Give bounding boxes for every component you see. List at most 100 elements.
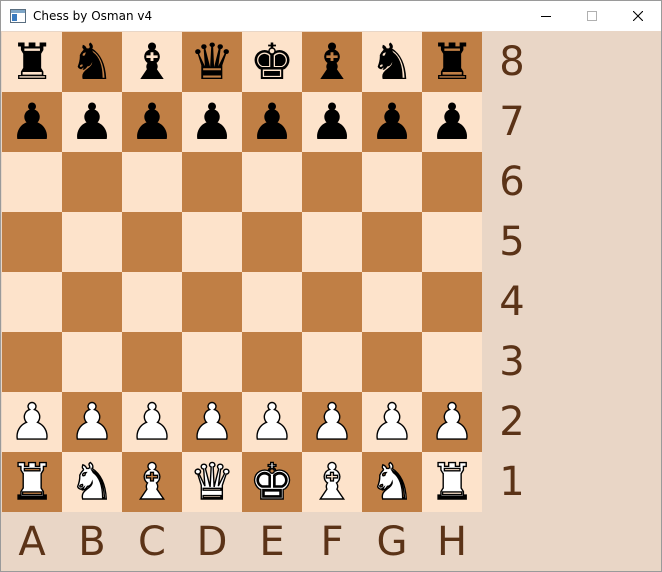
square-d8[interactable]: ♛	[182, 32, 242, 92]
square-h2[interactable]: ♟	[422, 392, 482, 452]
chess-piece[interactable]: ♝	[302, 32, 362, 92]
title-bar[interactable]: Chess by Osman v4	[1, 1, 661, 31]
chess-piece[interactable]: ♟	[2, 392, 62, 452]
square-h6[interactable]	[422, 152, 482, 212]
square-h3[interactable]	[422, 332, 482, 392]
square-h4[interactable]	[422, 272, 482, 332]
square-c6[interactable]	[122, 152, 182, 212]
square-d6[interactable]	[182, 152, 242, 212]
square-c8[interactable]: ♝	[122, 32, 182, 92]
chess-piece[interactable]: ♟	[362, 92, 422, 152]
square-c5[interactable]	[122, 212, 182, 272]
square-a2[interactable]: ♟	[2, 392, 62, 452]
chess-piece[interactable]: ♝	[122, 32, 182, 92]
square-f7[interactable]: ♟	[302, 92, 362, 152]
square-c7[interactable]: ♟	[122, 92, 182, 152]
chess-piece[interactable]: ♝	[302, 452, 362, 512]
square-f6[interactable]	[302, 152, 362, 212]
minimize-button[interactable]	[523, 1, 569, 31]
close-button[interactable]	[615, 1, 661, 31]
square-f5[interactable]	[302, 212, 362, 272]
chess-piece[interactable]: ♜	[422, 32, 482, 92]
square-b5[interactable]	[62, 212, 122, 272]
chess-piece[interactable]: ♟	[362, 392, 422, 452]
square-b4[interactable]	[62, 272, 122, 332]
square-c2[interactable]: ♟	[122, 392, 182, 452]
chess-piece[interactable]: ♟	[122, 392, 182, 452]
square-f8[interactable]: ♝	[302, 32, 362, 92]
square-d5[interactable]	[182, 212, 242, 272]
chess-piece[interactable]: ♟	[242, 92, 302, 152]
chess-piece[interactable]: ♛	[182, 32, 242, 92]
square-c3[interactable]	[122, 332, 182, 392]
square-g5[interactable]	[362, 212, 422, 272]
chess-piece[interactable]: ♛	[182, 452, 242, 512]
square-g2[interactable]: ♟	[362, 392, 422, 452]
square-f2[interactable]: ♟	[302, 392, 362, 452]
square-g8[interactable]: ♞	[362, 32, 422, 92]
square-b3[interactable]	[62, 332, 122, 392]
maximize-button[interactable]	[569, 1, 615, 31]
chess-piece[interactable]: ♞	[362, 32, 422, 92]
chess-piece[interactable]: ♜	[2, 452, 62, 512]
chess-piece[interactable]: ♜	[2, 32, 62, 92]
square-a7[interactable]: ♟	[2, 92, 62, 152]
square-f4[interactable]	[302, 272, 362, 332]
square-b6[interactable]	[62, 152, 122, 212]
square-e1[interactable]: ♚	[242, 452, 302, 512]
square-a3[interactable]	[2, 332, 62, 392]
chess-piece[interactable]: ♟	[182, 92, 242, 152]
square-h8[interactable]: ♜	[422, 32, 482, 92]
chess-piece[interactable]: ♚	[242, 452, 302, 512]
square-e7[interactable]: ♟	[242, 92, 302, 152]
square-d7[interactable]: ♟	[182, 92, 242, 152]
chess-piece[interactable]: ♟	[302, 392, 362, 452]
chess-piece[interactable]: ♟	[62, 392, 122, 452]
square-e5[interactable]	[242, 212, 302, 272]
square-d4[interactable]	[182, 272, 242, 332]
square-a4[interactable]	[2, 272, 62, 332]
chess-piece[interactable]: ♟	[2, 92, 62, 152]
square-a8[interactable]: ♜	[2, 32, 62, 92]
square-h7[interactable]: ♟	[422, 92, 482, 152]
square-e4[interactable]	[242, 272, 302, 332]
chess-piece[interactable]: ♞	[362, 452, 422, 512]
chess-piece[interactable]: ♟	[62, 92, 122, 152]
square-c1[interactable]: ♝	[122, 452, 182, 512]
chess-piece[interactable]: ♟	[182, 392, 242, 452]
chess-piece[interactable]: ♟	[422, 392, 482, 452]
chess-piece[interactable]: ♟	[422, 92, 482, 152]
square-b2[interactable]: ♟	[62, 392, 122, 452]
square-c4[interactable]	[122, 272, 182, 332]
chess-piece[interactable]: ♟	[122, 92, 182, 152]
chess-piece[interactable]: ♟	[302, 92, 362, 152]
square-g1[interactable]: ♞	[362, 452, 422, 512]
square-h5[interactable]	[422, 212, 482, 272]
square-e2[interactable]: ♟	[242, 392, 302, 452]
square-b1[interactable]: ♞	[62, 452, 122, 512]
square-d2[interactable]: ♟	[182, 392, 242, 452]
square-f1[interactable]: ♝	[302, 452, 362, 512]
square-b8[interactable]: ♞	[62, 32, 122, 92]
square-d3[interactable]	[182, 332, 242, 392]
chess-piece[interactable]: ♞	[62, 452, 122, 512]
square-b7[interactable]: ♟	[62, 92, 122, 152]
square-e3[interactable]	[242, 332, 302, 392]
square-a1[interactable]: ♜	[2, 452, 62, 512]
square-a6[interactable]	[2, 152, 62, 212]
square-g4[interactable]	[362, 272, 422, 332]
square-d1[interactable]: ♛	[182, 452, 242, 512]
chess-piece[interactable]: ♞	[62, 32, 122, 92]
square-e6[interactable]	[242, 152, 302, 212]
square-e8[interactable]: ♚	[242, 32, 302, 92]
square-g6[interactable]	[362, 152, 422, 212]
square-a5[interactable]	[2, 212, 62, 272]
chess-piece[interactable]: ♝	[122, 452, 182, 512]
square-g7[interactable]: ♟	[362, 92, 422, 152]
square-f3[interactable]	[302, 332, 362, 392]
chess-piece[interactable]: ♜	[422, 452, 482, 512]
square-g3[interactable]	[362, 332, 422, 392]
square-h1[interactable]: ♜	[422, 452, 482, 512]
chess-piece[interactable]: ♚	[242, 32, 302, 92]
chess-piece[interactable]: ♟	[242, 392, 302, 452]
